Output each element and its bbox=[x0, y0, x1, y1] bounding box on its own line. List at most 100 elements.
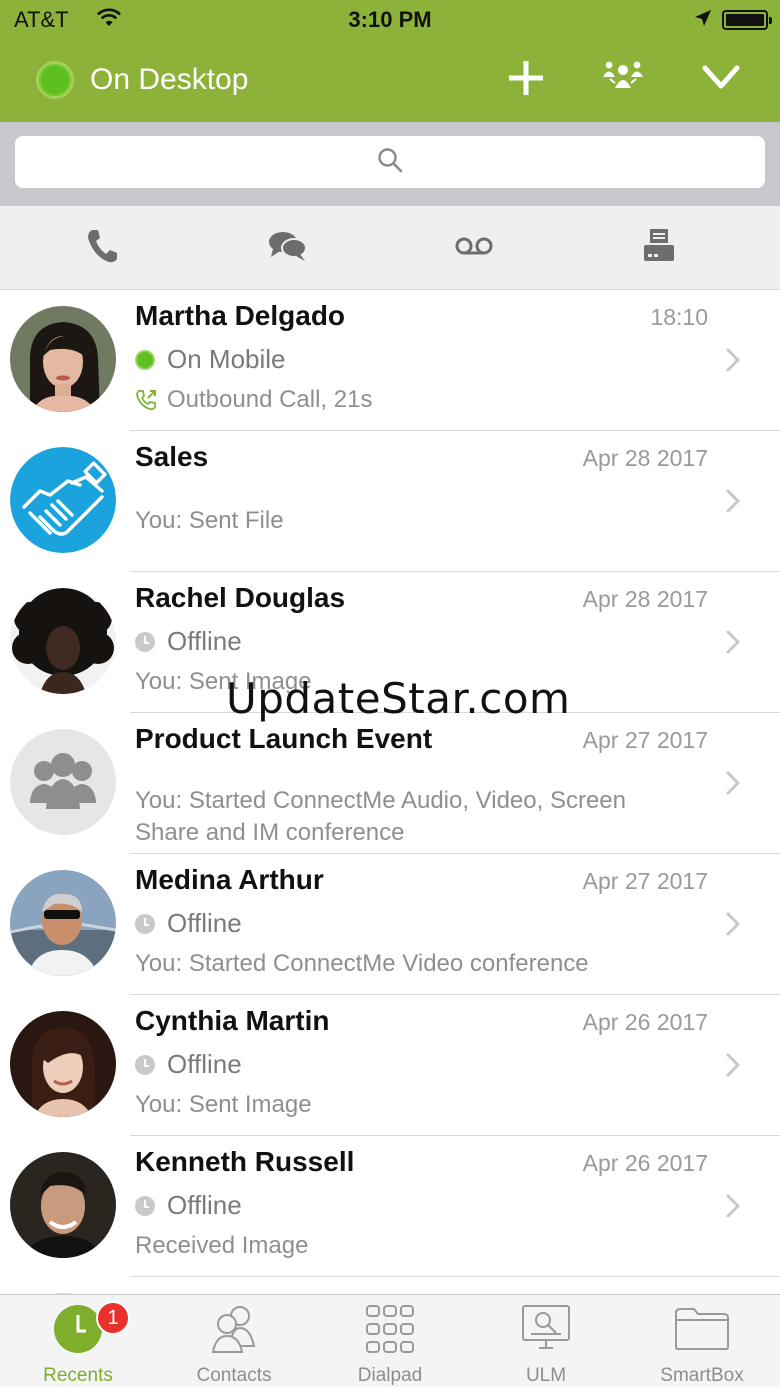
chevron-right-icon bbox=[726, 771, 740, 800]
unread-badge: 1 bbox=[96, 1301, 130, 1335]
offline-status-icon bbox=[135, 631, 155, 652]
voicemail-icon bbox=[455, 236, 493, 261]
presence-line: On Mobile bbox=[135, 344, 286, 375]
activity-line: You: Sent Image bbox=[135, 1091, 312, 1119]
group-avatar-icon bbox=[10, 729, 116, 835]
activity-line: You: Started ConnectMe Video conference bbox=[135, 950, 589, 978]
recent-item[interactable]: Sales Apr 28 2017 You: Sent File bbox=[0, 431, 780, 572]
presence-text: On Mobile bbox=[167, 344, 286, 374]
activity-line: Outbound Call, 21s bbox=[135, 386, 372, 414]
plus-icon[interactable] bbox=[502, 54, 550, 102]
activity-text: Outbound Call, 21s bbox=[167, 386, 373, 413]
presence-line: Offline bbox=[135, 1049, 242, 1080]
online-status-icon bbox=[135, 349, 155, 370]
status-time: 3:10 PM bbox=[348, 7, 432, 32]
contact-name: Sales bbox=[135, 441, 209, 472]
avatar bbox=[10, 1152, 116, 1258]
avatar bbox=[10, 870, 116, 976]
presence-text: Offline bbox=[167, 1190, 242, 1220]
watermark-text: UpdateStar.com bbox=[226, 674, 571, 723]
activity-text: Received Image bbox=[135, 1232, 309, 1259]
offline-status-icon bbox=[135, 1054, 155, 1075]
tab-label: Dialpad bbox=[357, 1365, 423, 1386]
tab-label: ULM bbox=[525, 1365, 567, 1386]
filter-bar bbox=[0, 206, 780, 290]
tab-ulm[interactable]: ULM bbox=[468, 1295, 624, 1387]
top-header: AT&T 3:10 PM On Desktop bbox=[0, 0, 780, 122]
activity-line: Received Image bbox=[135, 1232, 308, 1260]
timestamp: Apr 26 2017 bbox=[582, 1150, 708, 1176]
chevron-right-icon bbox=[726, 912, 740, 941]
folder-icon bbox=[624, 1303, 780, 1355]
avatar bbox=[10, 1011, 116, 1117]
contact-name: Rachel Douglas bbox=[135, 582, 346, 613]
presence-text: Offline bbox=[167, 626, 242, 656]
chevron-right-icon bbox=[726, 1053, 740, 1082]
activity-text: You: Started ConnectMe Audio, Video, Scr… bbox=[135, 787, 627, 846]
recent-item-partial[interactable] bbox=[0, 1277, 780, 1294]
bottom-tab-bar: 1 Recents Contacts Dialpad ULM SmartBox bbox=[0, 1294, 780, 1387]
tab-label: Recents bbox=[43, 1365, 113, 1386]
chat-icon bbox=[268, 230, 308, 267]
tab-smartbox[interactable]: SmartBox bbox=[624, 1295, 780, 1387]
filter-messages-tab[interactable] bbox=[258, 224, 318, 272]
status-bar: AT&T 3:10 PM bbox=[0, 0, 780, 40]
presence-selector[interactable]: On Desktop bbox=[36, 58, 248, 102]
presence-line: Offline bbox=[135, 1190, 242, 1221]
presence-status-icon bbox=[36, 61, 74, 99]
contact-name: Cynthia Martin bbox=[135, 1005, 330, 1036]
recent-item[interactable]: Martha Delgado 18:10 On Mobile Outbound … bbox=[0, 290, 780, 431]
recents-list: Martha Delgado 18:10 On Mobile Outbound … bbox=[0, 290, 780, 1294]
chevron-right-icon bbox=[726, 348, 740, 377]
search-input[interactable] bbox=[15, 136, 765, 188]
avatar bbox=[10, 306, 116, 412]
presence-line: Offline bbox=[135, 908, 242, 939]
contacts-icon bbox=[156, 1303, 312, 1355]
timestamp: Apr 26 2017 bbox=[582, 1009, 708, 1035]
search-box[interactable] bbox=[15, 136, 765, 188]
clock-icon bbox=[0, 1303, 156, 1355]
contact-name: Martha Delgado bbox=[135, 300, 346, 331]
chevron-down-icon[interactable] bbox=[697, 54, 745, 102]
presence-status-label: On Desktop bbox=[90, 63, 249, 96]
filter-voicemail-tab[interactable] bbox=[444, 224, 504, 272]
avatar bbox=[10, 588, 116, 694]
activity-line: You: Sent File bbox=[135, 507, 284, 535]
presence-line: Offline bbox=[135, 626, 242, 657]
tab-label: SmartBox bbox=[660, 1365, 744, 1386]
filter-fax-tab[interactable] bbox=[629, 224, 689, 272]
fax-icon bbox=[642, 228, 676, 269]
battery-icon bbox=[722, 10, 772, 30]
timestamp: Apr 27 2017 bbox=[582, 868, 708, 894]
timestamp: Apr 27 2017 bbox=[582, 727, 708, 753]
filter-calls-tab[interactable] bbox=[72, 224, 132, 272]
tab-recents[interactable]: 1 Recents bbox=[0, 1295, 156, 1387]
contact-name: Kenneth Russell bbox=[135, 1146, 355, 1177]
contact-name: Product Launch Event bbox=[135, 723, 433, 754]
outbound-call-icon bbox=[135, 389, 157, 411]
offline-status-icon bbox=[135, 913, 155, 934]
tab-dialpad[interactable]: Dialpad bbox=[312, 1295, 468, 1387]
tab-contacts[interactable]: Contacts bbox=[156, 1295, 312, 1387]
presence-group-icon[interactable] bbox=[599, 54, 647, 102]
recent-item[interactable]: Cynthia Martin Apr 26 2017 Offline You: … bbox=[0, 995, 780, 1136]
location-arrow-icon bbox=[694, 9, 712, 32]
phone-icon bbox=[85, 228, 119, 269]
timestamp: Apr 28 2017 bbox=[582, 445, 708, 471]
chevron-right-icon bbox=[726, 1194, 740, 1223]
tab-label: Contacts bbox=[196, 1365, 272, 1386]
avatar bbox=[10, 447, 116, 553]
recent-item[interactable]: Kenneth Russell Apr 26 2017 Offline Rece… bbox=[0, 1136, 780, 1277]
recent-item[interactable]: Medina Arthur Apr 27 2017 Offline You: S… bbox=[0, 854, 780, 995]
chevron-right-icon bbox=[726, 630, 740, 659]
search-area bbox=[0, 122, 780, 206]
ulm-icon bbox=[468, 1303, 624, 1355]
activity-text: You: Started ConnectMe Video conference bbox=[135, 950, 589, 977]
offline-status-icon bbox=[135, 1195, 155, 1216]
recent-item[interactable]: Product Launch Event Apr 27 2017 You: St… bbox=[0, 713, 780, 854]
activity-text: You: Sent Image bbox=[135, 1091, 312, 1118]
activity-text: You: Sent File bbox=[135, 507, 284, 534]
presence-text: Offline bbox=[167, 1049, 242, 1079]
dialpad-icon bbox=[312, 1303, 468, 1355]
presence-text: Offline bbox=[167, 908, 242, 938]
